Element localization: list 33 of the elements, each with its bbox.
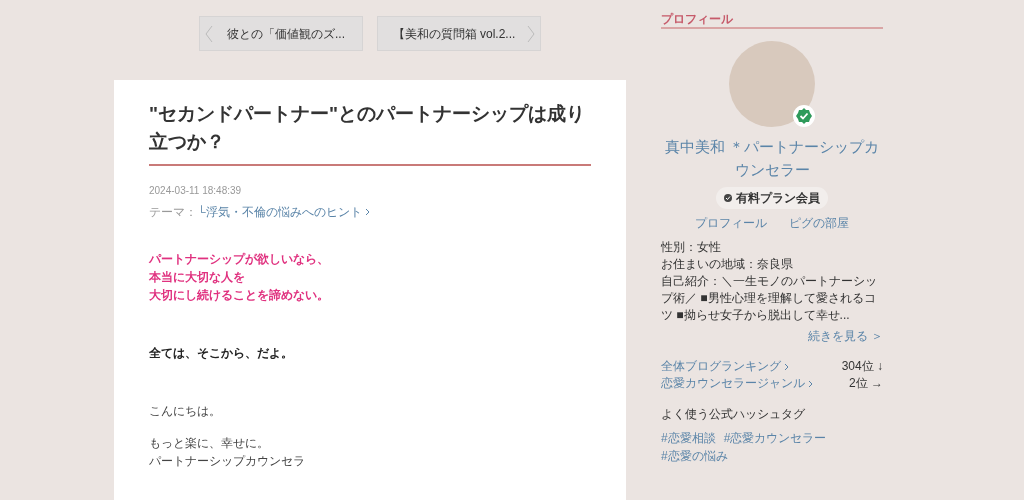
post-link[interactable]: 【美和の質問箱 vol.2... (377, 16, 541, 51)
profile-detail: 自己紹介：＼一生モノのパートナーシップ術／ ■男性心理を理解して愛されるコツ ■拗らせ女子から脱出して幸せ... (661, 273, 878, 324)
theme-label: テーマ： (149, 204, 197, 220)
profile-name[interactable]: 真中美和 ＊パートナーシップカウンセラー (661, 135, 883, 181)
read-more-link[interactable]: 続きを見る ＞ (807, 328, 883, 344)
highlighted-text: パートナーシップが欲しいなら、 本当に大切な人を 大切にし続けることを諦めない。 (149, 251, 330, 304)
section-heading: プロフィール (661, 12, 883, 29)
bold-text: 全ては、そこから、だよ。 (149, 345, 294, 362)
ranking-value: 304位 ↓ (841, 358, 883, 375)
profile-detail: 性別：女性 (661, 239, 722, 256)
post-link[interactable]: 彼との「価値観のズ... (199, 16, 363, 51)
ranking-link[interactable]: 恋愛カウンセラージャンル (661, 375, 805, 392)
chevron-right-icon (808, 379, 813, 388)
hashtag-link[interactable]: #恋愛の悩み (661, 447, 728, 465)
ranking-value: 2位 → (849, 375, 883, 392)
check-circle-icon (724, 194, 732, 202)
hashtags-heading: よく使う公式ハッシュタグ (661, 406, 806, 423)
post-date: 2024-03-11 18:48:39 (149, 184, 243, 198)
paragraph: こんにちは。 (149, 403, 222, 420)
chevron-right-icon (784, 362, 789, 371)
article-title: "セカンドパートナー"とのパートナーシップは成り立つか？ (149, 100, 591, 166)
chevron-right-icon (527, 24, 535, 43)
paragraph: もっと楽に、幸せに。 パートナーシップカウンセラ (149, 435, 306, 470)
chevron-left-icon (205, 24, 213, 43)
hashtag-link[interactable]: #恋愛カウンセラー (723, 429, 827, 447)
profile-link[interactable]: ピグの部屋 (789, 215, 849, 231)
ranking-link[interactable]: 全体ブログランキング (661, 358, 781, 375)
profile-detail: お住まいの地域：奈良県 (661, 256, 794, 273)
theme-link[interactable]: └浮気・不倫の悩みへのヒント (197, 204, 362, 220)
hashtag-link[interactable]: #恋愛相談 (661, 429, 716, 447)
chevron-right-icon (364, 208, 370, 216)
badge-text: 有料プラン会員 (736, 190, 820, 207)
profile-link[interactable]: プロフィール (695, 215, 767, 231)
